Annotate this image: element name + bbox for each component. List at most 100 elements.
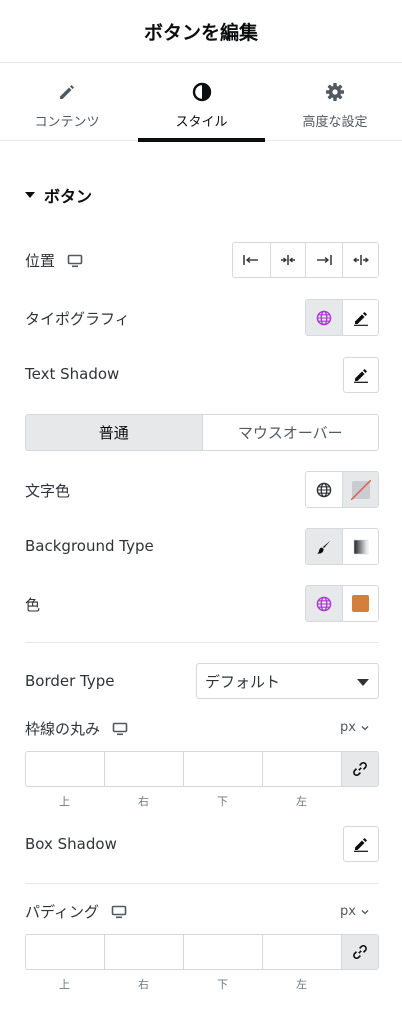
color-picker[interactable]: [342, 586, 378, 621]
section-title: ボタン: [44, 187, 93, 206]
side-label-top: 上: [59, 795, 70, 808]
tab-style[interactable]: スタイル: [138, 63, 265, 142]
side-label-top: 上: [59, 978, 70, 991]
edit-icon: [353, 311, 368, 326]
text-color-picker[interactable]: [342, 472, 378, 507]
link-values-button[interactable]: [342, 935, 378, 969]
box-shadow-label-row: Box Shadow: [25, 835, 117, 853]
panel-title: ボタンを編集: [143, 21, 258, 44]
edit-typography-button[interactable]: [342, 300, 378, 335]
position-label: 位置: [25, 252, 56, 270]
link-icon: [353, 944, 367, 960]
border-radius-side-labels: 上 右 下 左: [25, 793, 341, 809]
background-gradient-button[interactable]: [342, 529, 378, 564]
divider: [25, 883, 379, 884]
tab-content[interactable]: コンテンツ: [0, 63, 134, 141]
text-shadow-label: Text Shadow: [25, 365, 120, 383]
padding-unit: px: [340, 904, 356, 919]
desktop-icon[interactable]: [112, 722, 128, 736]
padding-inputs: [25, 934, 379, 970]
padding-right-input[interactable]: [105, 935, 184, 969]
desktop-icon[interactable]: [111, 905, 127, 919]
globe-icon: [316, 310, 332, 325]
divider: [25, 642, 379, 643]
border-radius-left-input[interactable]: [263, 752, 342, 786]
color-swatch: [352, 595, 370, 612]
global-color-button[interactable]: [306, 586, 343, 621]
gear-icon: [325, 81, 345, 103]
border-radius-label: 枠線の丸み: [25, 720, 101, 738]
border-radius-right-input[interactable]: [105, 752, 184, 786]
tab-advanced[interactable]: 高度な設定: [268, 63, 402, 141]
gradient-icon: [353, 539, 369, 554]
state-switcher: 普通 マウスオーバー: [25, 414, 379, 451]
align-left-button[interactable]: [233, 243, 270, 277]
color-label-row: 色: [25, 594, 40, 615]
justify-icon: [352, 255, 369, 265]
border-type-label: Border Type: [25, 672, 115, 690]
text-shadow-label-row: Text Shadow: [25, 365, 119, 383]
border-type-value: デフォルト: [205, 672, 281, 691]
chevron-down-icon: [361, 909, 369, 915]
panel-tabs: コンテンツ スタイル 高度な設定: [0, 63, 402, 142]
side-label-right: 右: [138, 978, 149, 991]
align-center-button[interactable]: [269, 243, 306, 277]
brush-icon: [317, 540, 331, 554]
border-radius-top-input[interactable]: [26, 752, 105, 786]
padding-label-row: パディング: [25, 901, 127, 922]
pencil-icon: [58, 81, 76, 103]
globe-icon: [316, 596, 332, 611]
edit-text-shadow-button[interactable]: [343, 357, 379, 393]
border-radius-unit: px: [340, 720, 356, 735]
position-label-row: 位置: [25, 250, 83, 271]
section-toggle[interactable]: ボタン: [25, 183, 92, 207]
global-color-button[interactable]: [306, 472, 343, 507]
typography-label-row: タイポグラフィ: [25, 308, 130, 329]
justify-button[interactable]: [342, 243, 378, 277]
side-label-bottom: 下: [217, 978, 228, 991]
edit-icon: [354, 369, 368, 383]
background-classic-button[interactable]: [306, 529, 343, 564]
border-radius-label-row: 枠線の丸み: [25, 718, 128, 739]
padding-unit-select[interactable]: px: [340, 904, 369, 919]
padding-top-input[interactable]: [26, 935, 105, 969]
color-label: 色: [25, 596, 41, 614]
background-type-label-row: Background Type: [25, 537, 154, 555]
desktop-icon[interactable]: [67, 254, 83, 268]
globe-icon: [316, 482, 332, 497]
tab-style-label: スタイル: [175, 115, 228, 130]
text-color-controls: [305, 471, 379, 508]
link-values-button[interactable]: [342, 752, 378, 786]
align-right-button[interactable]: [305, 243, 343, 277]
padding-bottom-input[interactable]: [184, 935, 263, 969]
side-label-bottom: 下: [217, 795, 228, 808]
contrast-icon: [192, 81, 212, 103]
empty-color-swatch-icon: [350, 479, 371, 500]
panel-header: ボタンを編集: [0, 0, 402, 63]
padding-left-input[interactable]: [263, 935, 342, 969]
side-label-left: 左: [296, 978, 307, 991]
side-label-left: 左: [296, 795, 307, 808]
side-label-right: 右: [138, 795, 149, 808]
align-center-icon: [281, 255, 296, 265]
text-color-label: 文字色: [25, 482, 71, 500]
background-type-label: Background Type: [25, 537, 154, 555]
padding-side-labels: 上 右 下 左: [25, 976, 341, 992]
tab-hover[interactable]: マウスオーバー: [201, 415, 378, 450]
edit-box-shadow-button[interactable]: [343, 826, 379, 862]
color-controls: [305, 585, 379, 622]
tab-content-label: コンテンツ: [34, 115, 100, 130]
typography-label: タイポグラフィ: [25, 310, 130, 328]
edit-icon: [354, 838, 368, 852]
border-radius-bottom-input[interactable]: [184, 752, 263, 786]
border-type-label-row: Border Type: [25, 672, 115, 690]
caret-down-icon: [25, 192, 35, 198]
border-type-select[interactable]: デフォルト: [196, 663, 379, 699]
global-typography-button[interactable]: [306, 300, 343, 335]
position-choices: [232, 242, 379, 278]
padding-label: パディング: [25, 903, 99, 921]
tab-normal[interactable]: 普通: [26, 415, 202, 450]
link-icon: [353, 761, 367, 777]
border-radius-unit-select[interactable]: px: [340, 720, 369, 735]
background-type-controls: [305, 528, 379, 565]
